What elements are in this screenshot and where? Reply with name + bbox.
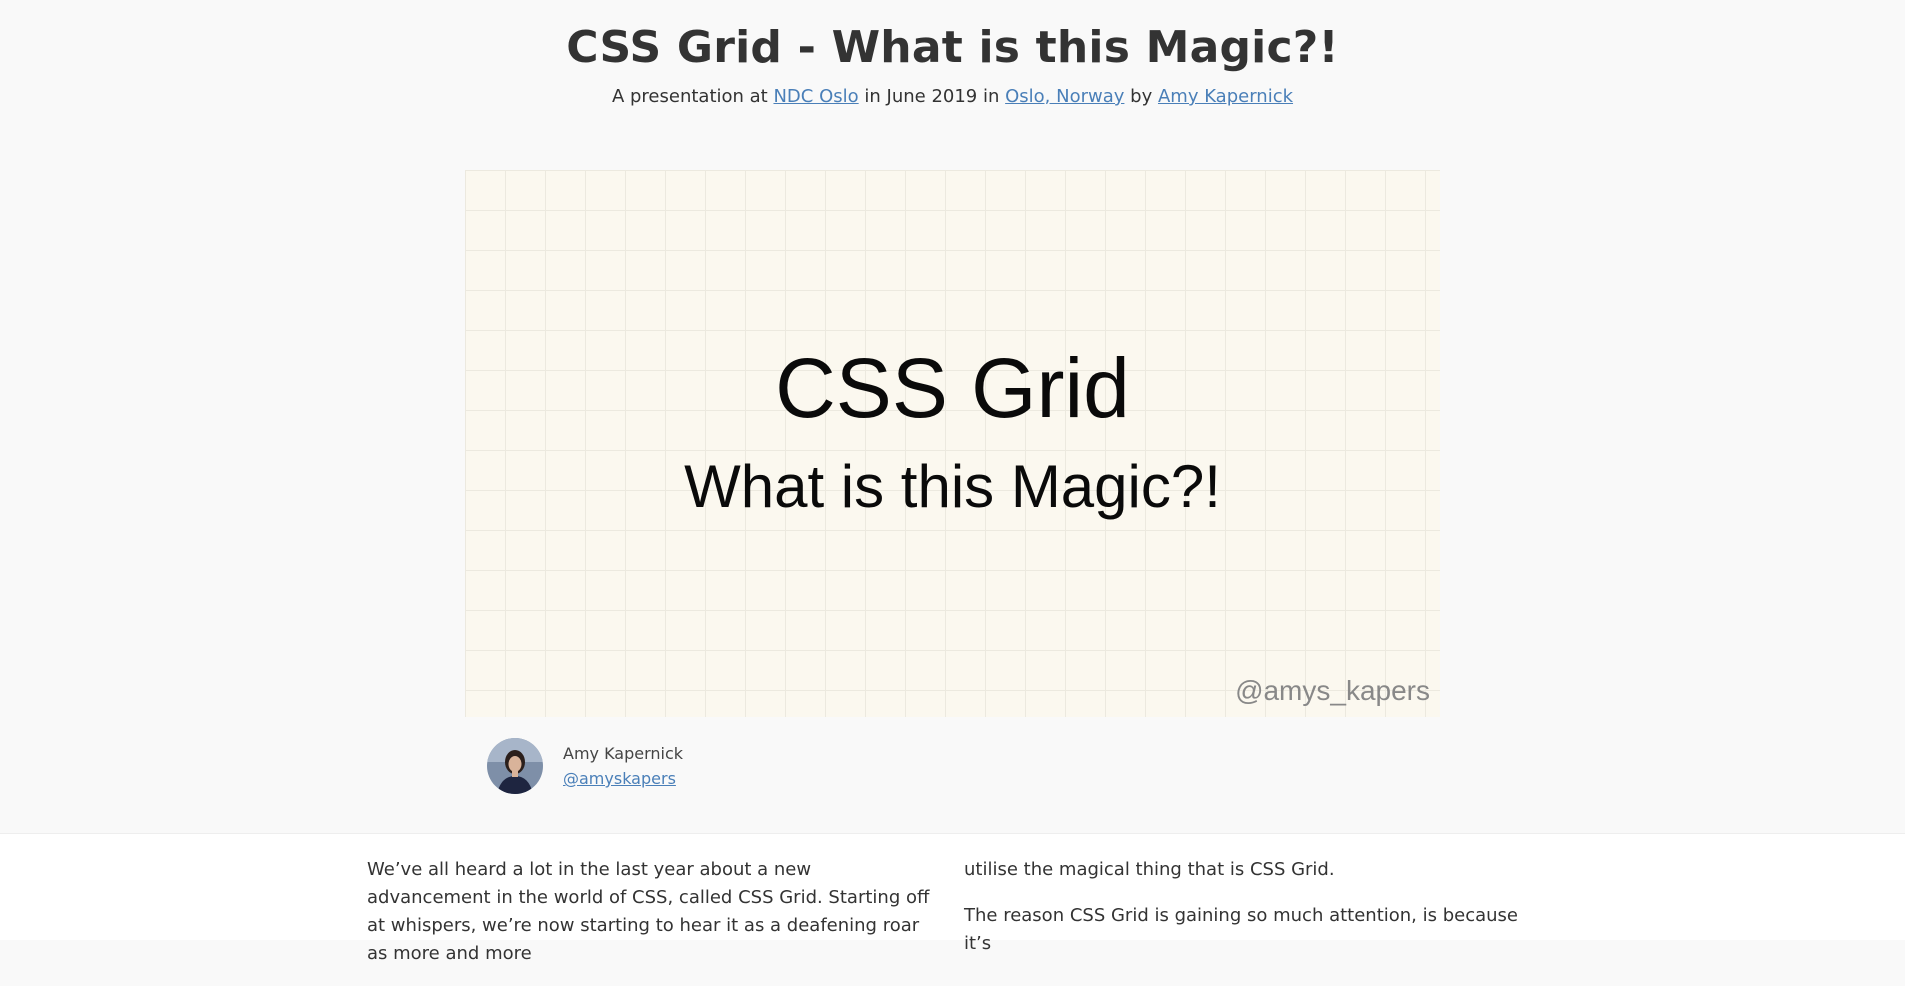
author-link[interactable]: Amy Kapernick	[1158, 86, 1293, 107]
article-columns: We’ve all heard a lot in the last year a…	[367, 856, 1537, 986]
article-paragraph: We’ve all heard a lot in the last year a…	[367, 859, 930, 964]
slide-preview[interactable]: CSS Grid What is this Magic?! @amys_kape…	[465, 170, 1440, 717]
article-column-2: utilise the magical thing that is CSS Gr…	[964, 856, 1536, 986]
slide-subtitle: What is this Magic?!	[684, 453, 1221, 520]
author-card: Amy Kapernick @amyskapers	[487, 738, 683, 794]
article-paragraph: utilise the magical thing that is CSS Gr…	[964, 859, 1335, 880]
page-title: CSS Grid - What is this Magic?!	[566, 22, 1339, 73]
author-handle-link[interactable]: @amyskapers	[563, 766, 683, 791]
location-link[interactable]: Oslo, Norway	[1005, 86, 1124, 107]
page-header: CSS Grid - What is this Magic?! A presen…	[0, 0, 1905, 110]
meta-by: by	[1130, 86, 1153, 107]
avatar[interactable]	[487, 738, 543, 794]
meta-prefix: A presentation at	[611, 86, 768, 107]
event-link[interactable]: NDC Oslo	[773, 86, 858, 107]
meta-date: in June 2019 in	[864, 86, 1000, 107]
article-section: We’ve all heard a lot in the last year a…	[0, 833, 1905, 964]
author-name: Amy Kapernick	[563, 744, 684, 763]
article-paragraph: The reason CSS Grid is gaining so much a…	[964, 905, 1519, 954]
slide-handle: @amys_kapers	[1235, 675, 1430, 706]
slide-title: CSS Grid	[775, 341, 1130, 435]
article-column-1: We’ve all heard a lot in the last year a…	[367, 856, 939, 986]
author-text: Amy Kapernick @amyskapers	[563, 741, 683, 791]
presentation-meta: A presentation at NDC Oslo in June 2019 …	[0, 84, 1905, 110]
